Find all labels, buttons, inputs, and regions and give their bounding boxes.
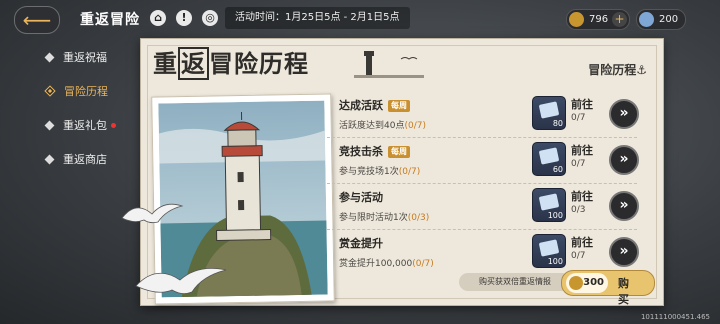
task-requirement: 参与竞技场1次 [339,167,399,177]
goto-label: 前往 [571,98,593,111]
menu-item-label: 重返商店 [63,153,107,166]
reward-count: 100 [547,257,563,266]
double-intel-info: 购买获双倍重返情报 [459,273,571,291]
uid-label: 101111000451.465 [640,313,710,321]
top-bar: ⟵ 重返冒险 ⌂ ! ◎ 活动时间：1月25日5点 - 2月1日5点 796 +… [0,0,720,36]
back-button[interactable]: ⟵ [14,6,60,34]
reward-count: 100 [547,211,563,220]
event-time: 活动时间：1月25日5点 - 2月1日5点 [225,7,410,29]
diamond-icon [44,85,56,97]
task-progress: (0/7) [398,167,421,177]
crystal-icon [639,12,654,27]
goto-button[interactable]: » [609,237,639,267]
goto-progress: 0/7 [571,159,586,169]
diamond-icon [44,120,55,130]
back-arrow-icon: ⟵ [22,8,52,32]
goto-progress: 0/3 [571,205,586,215]
task-progress: (0/7) [404,121,426,131]
task-title: 竞技击杀 [339,145,383,158]
menu-item-label: 冒险历程 [64,85,108,98]
goto-label: 前往 [571,236,593,249]
panel-title: 重返冒险历程 [153,44,309,80]
task-row: 赏金提升 赏金提升100,000(0/7) 100 前往 0/7 » [327,229,639,275]
task-row: 达成活跃 每周 活跃度达到40点(0/7) 80 前往 0/7 » [327,91,639,138]
reward-item[interactable]: 100 [532,188,566,222]
buy-price: 300 [566,273,608,293]
crystal-currency: 200 [636,9,686,30]
task-row: 竞技击杀 每周 参与竞技场1次(0/7) 60 前往 0/7 » [327,137,639,184]
seagull-icon [135,267,227,294]
section-label: 冒险历程⚓ [588,63,647,77]
settings-icon[interactable]: ◎ [202,10,218,26]
menu-item-blessing[interactable]: 重返祝福 [40,40,140,74]
notification-dot [111,122,116,128]
home-icon[interactable]: ⌂ [150,10,166,26]
task-desc: 参与竞技场1次(0/7) [339,164,420,177]
task-name: 竞技击杀 每周 [339,143,410,159]
title-part: 冒险历程 [209,49,309,78]
double-chevron-right-icon: » [619,151,629,167]
goto-button[interactable]: » [609,191,639,221]
menu-item-adventure-history[interactable]: 冒险历程 [40,74,140,108]
task-title: 赏金提升 [339,237,383,250]
title-boxed-char: 返 [178,47,209,80]
double-chevron-right-icon: » [619,105,629,121]
intel-document-icon [538,101,560,119]
title-part: 重 [153,49,178,78]
task-requirement: 参与限时活动1次 [339,213,408,223]
intel-document-icon [538,193,560,211]
goto-button[interactable]: » [609,99,639,129]
double-chevron-right-icon: » [619,243,629,259]
reward-count: 80 [552,119,563,128]
task-requirement: 活跃度达到40点 [339,121,405,131]
intel-document-icon [538,239,560,257]
weekly-badge: 每周 [388,100,410,112]
reward-item[interactable]: 100 [532,234,566,268]
weekly-badge: 每周 [388,146,410,158]
info-icon[interactable]: ! [176,10,192,26]
task-progress: (0/3) [407,213,430,223]
price-amount: 300 [583,277,604,288]
goto-progress: 0/7 [571,113,586,123]
reward-item[interactable]: 60 [532,142,566,176]
goto-label: 前往 [571,144,593,157]
menu-item-label: 重返礼包 [63,119,107,132]
task-title: 参与活动 [339,191,383,204]
gold-currency: 796 + [566,9,630,30]
page-title: 重返冒险 [80,12,140,28]
diamond-icon [44,52,55,62]
task-desc: 参与限时活动1次(0/3) [339,210,429,223]
goto-button[interactable]: » [609,145,639,175]
task-requirement: 赏金提升100,000 [339,259,413,269]
diamond-icon [44,154,55,164]
lighthouse-sketch-icon [354,51,424,78]
task-progress: (0/7) [412,259,434,269]
task-row: 参与活动 参与限时活动1次(0/3) 100 前往 0/3 » [327,183,639,230]
intel-document-icon [538,147,560,165]
double-chevron-right-icon: » [619,197,629,213]
task-name: 达成活跃 每周 [339,97,410,113]
side-menu: 重返祝福 冒险历程 重返礼包 重返商店 [40,40,140,176]
menu-item-gift-pack[interactable]: 重返礼包 [40,108,140,142]
crystal-amount: 200 [659,14,679,25]
task-title: 达成活跃 [339,99,383,112]
goto-progress: 0/7 [571,251,586,261]
reward-item[interactable]: 80 [532,96,566,130]
gold-coin-icon [569,276,583,290]
gold-coin-icon [569,12,584,27]
reward-count: 60 [552,165,563,174]
menu-item-label: 重返祝福 [63,51,107,64]
buy-button[interactable]: 300 购 买 [561,270,655,306]
task-desc: 赏金提升100,000(0/7) [339,256,434,269]
add-gold-button[interactable]: + [612,12,627,27]
task-name: 参与活动 [339,189,383,205]
menu-item-shop[interactable]: 重返商店 [40,142,140,176]
task-name: 赏金提升 [339,235,383,251]
buy-label: 购 买 [618,277,633,306]
seagull-icon [121,203,184,224]
goto-label: 前往 [571,190,593,203]
gold-amount: 796 [589,14,609,25]
task-desc: 活跃度达到40点(0/7) [339,118,426,131]
